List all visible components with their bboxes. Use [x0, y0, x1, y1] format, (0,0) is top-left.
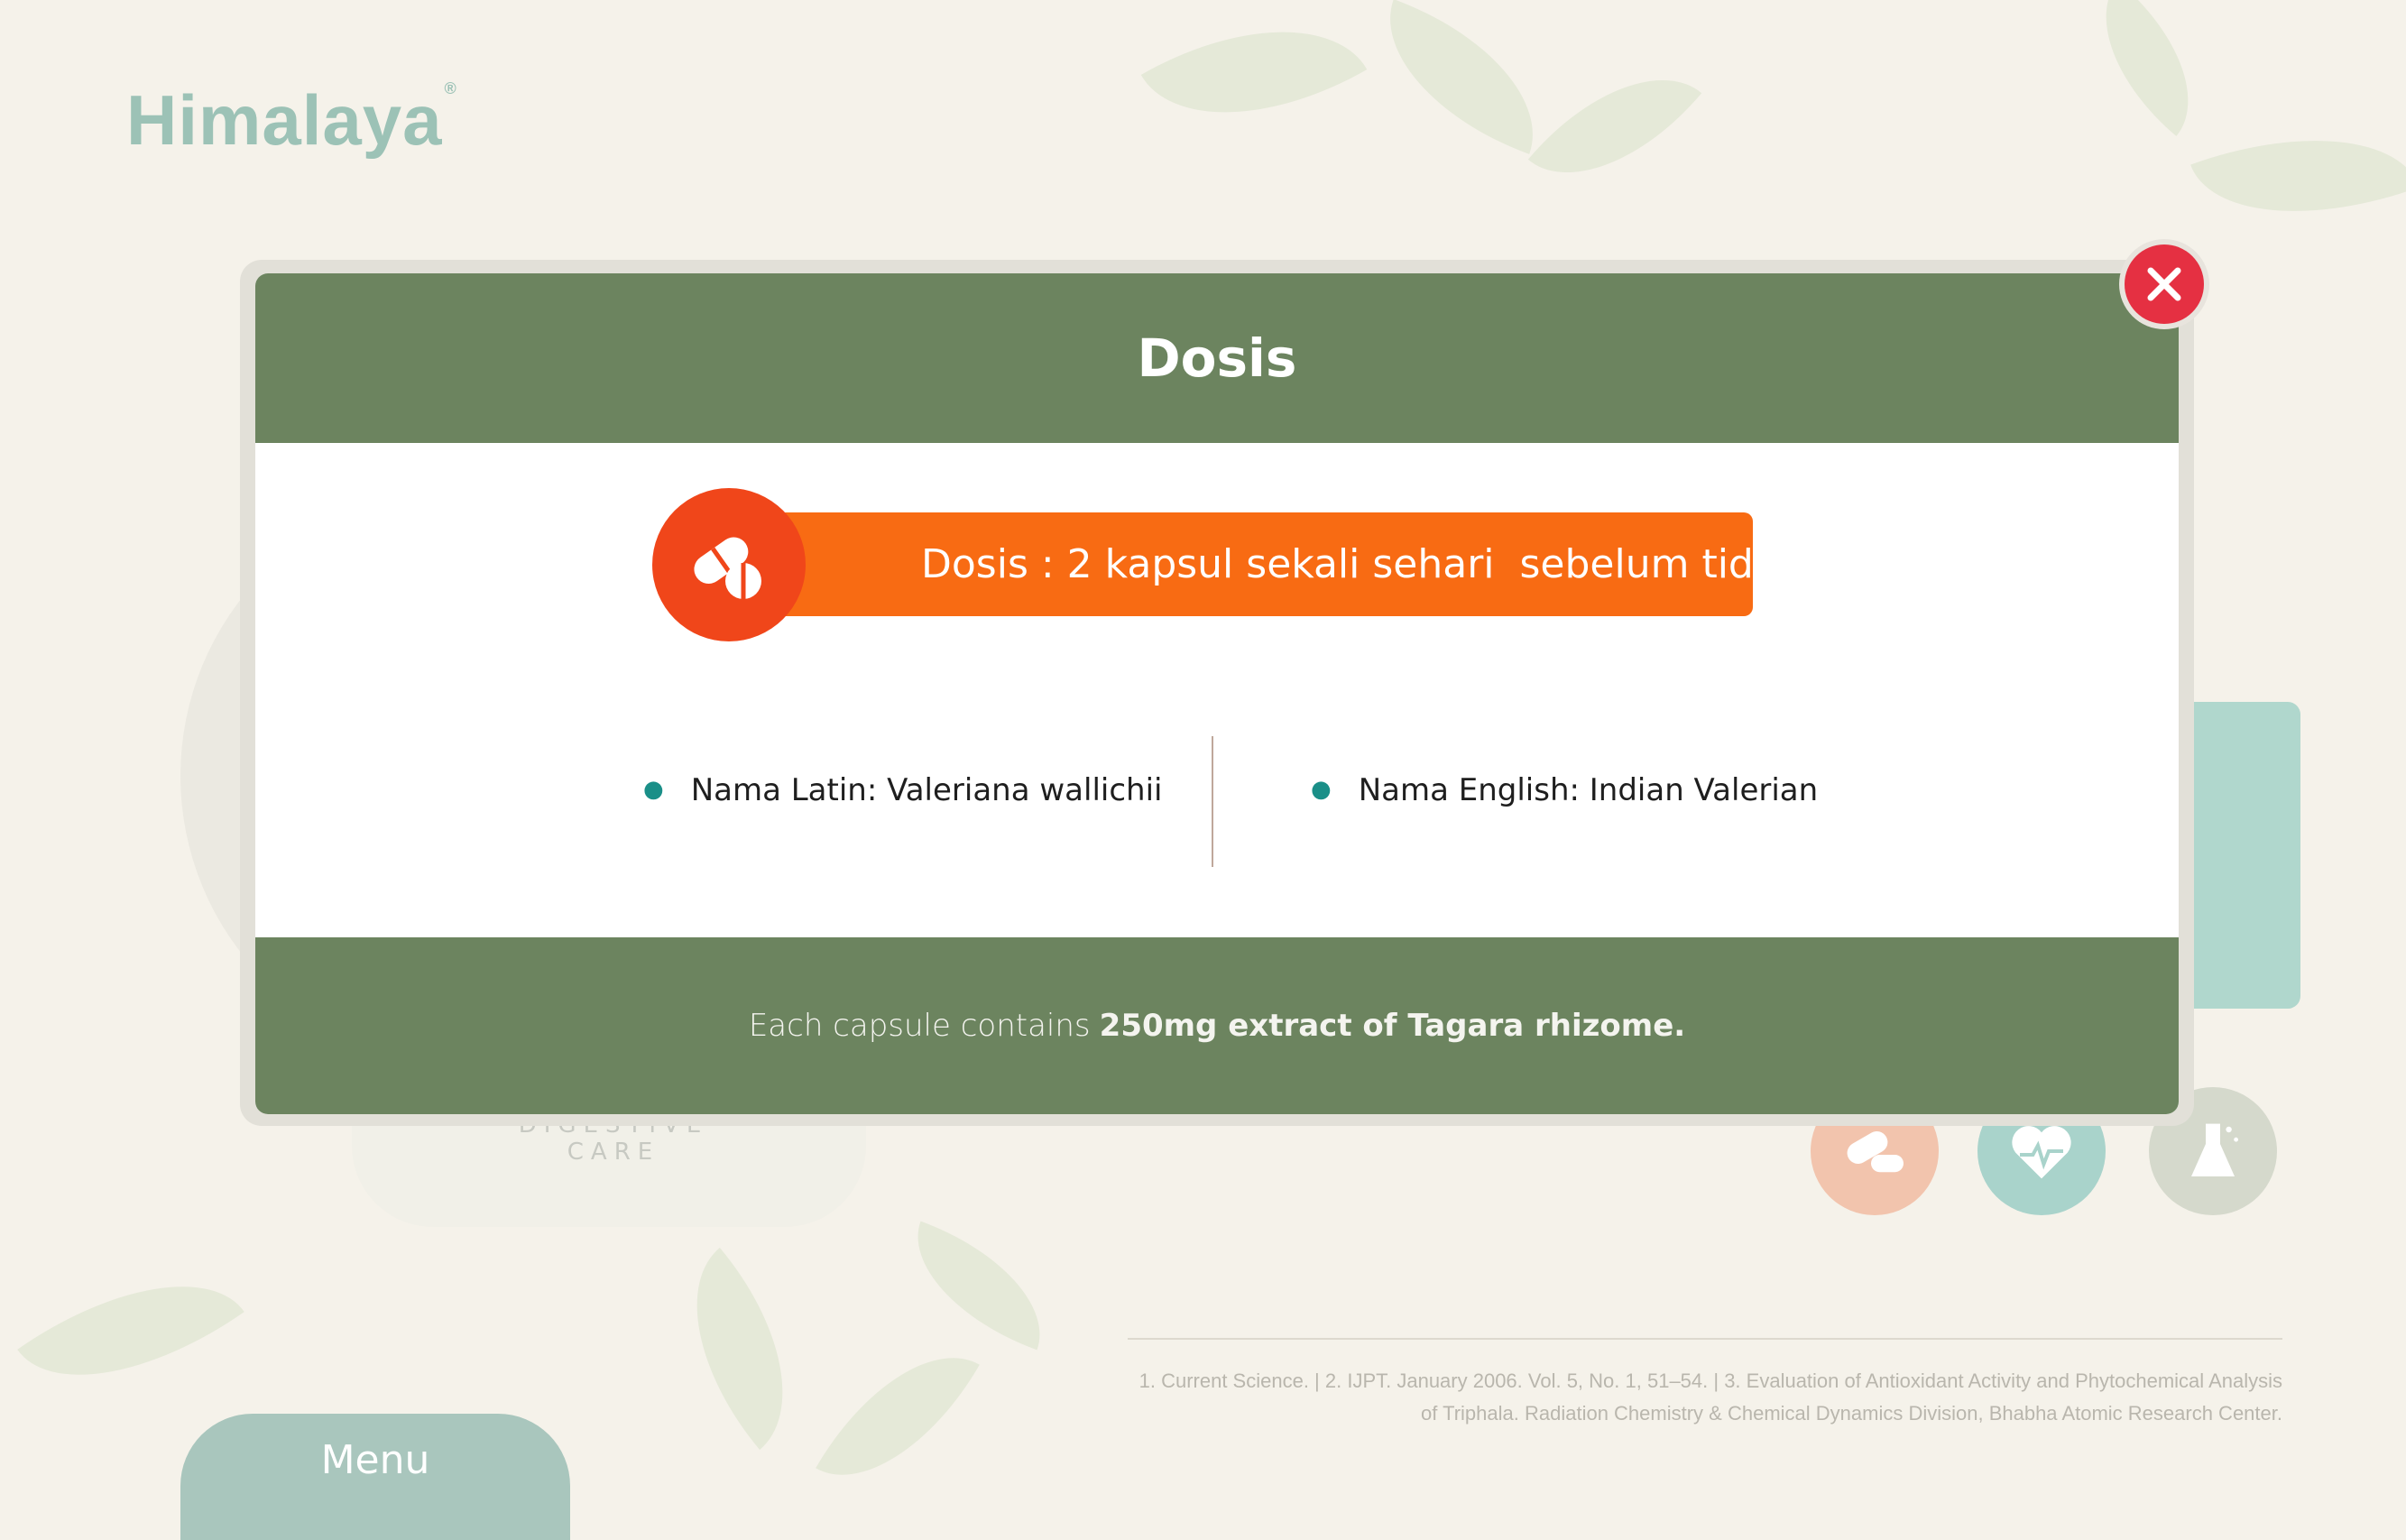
leaf-decoration: [1527, 34, 1702, 218]
himalaya-logo[interactable]: Himalaya ®: [126, 79, 457, 161]
leaf-decoration: [816, 1319, 980, 1514]
dose-banner: Dosis : 2 kapsul sekali sehari sebelum t…: [777, 512, 1795, 616]
latin-name-item: ● Nama Latin: Valeriana wallichii: [643, 772, 1162, 808]
bullet: ●: [643, 776, 664, 803]
dose-icon-badge: [652, 488, 806, 641]
lab-flask-icon: [2191, 1123, 2238, 1176]
latin-name-text: Nama Latin: Valeriana wallichii: [690, 772, 1163, 808]
leaf-decoration: [643, 1248, 836, 1450]
heart-rate-icon: [2012, 1126, 2071, 1179]
footer-prefix: Each capsule contains: [748, 1008, 1091, 1044]
close-icon: [2147, 267, 2181, 301]
modal-title: Dosis: [1137, 327, 1297, 389]
footer-highlight: 250mg extract of Tagara rhizome.: [1099, 1008, 1686, 1044]
pills-icon: [694, 537, 761, 599]
leaf-decoration: [2065, 0, 2229, 136]
leaf-decoration: [1140, 0, 1368, 169]
pills-icon: [1847, 1131, 1904, 1173]
leaf-decoration: [892, 1221, 1065, 1351]
leaf-decoration: [2190, 93, 2406, 259]
names-divider: [1212, 736, 1213, 867]
english-name-item: ● Nama English: Indian Valerian: [1311, 772, 1818, 808]
modal-header: Dosis: [255, 273, 2179, 443]
english-name-text: Nama English: Indian Valerian: [1358, 772, 1819, 808]
menu-button[interactable]: Menu: [180, 1414, 570, 1540]
leaf-decoration: [1360, 0, 1563, 154]
dose-text: Dosis : 2 kapsul sekali sehari sebelum t…: [921, 541, 1795, 587]
leaf-decoration: [17, 1230, 244, 1432]
bullet: ●: [1311, 776, 1332, 803]
registered-mark: ®: [444, 79, 457, 97]
modal-body: Dosis : 2 kapsul sekali sehari sebelum t…: [255, 443, 2179, 940]
dosis-modal: Dosis Dosis : 2 kapsul sekali sehari seb…: [255, 273, 2179, 1114]
modal-footer: Each capsule contains 250mg extract of T…: [255, 937, 2179, 1114]
logo-text: Himalaya: [126, 80, 443, 160]
references-text: 1. Current Science. | 2. IJPT. January 2…: [1138, 1369, 2282, 1425]
info-panel: [2183, 702, 2300, 1009]
close-button[interactable]: [2125, 244, 2204, 324]
references-divider: [1128, 1338, 2282, 1340]
